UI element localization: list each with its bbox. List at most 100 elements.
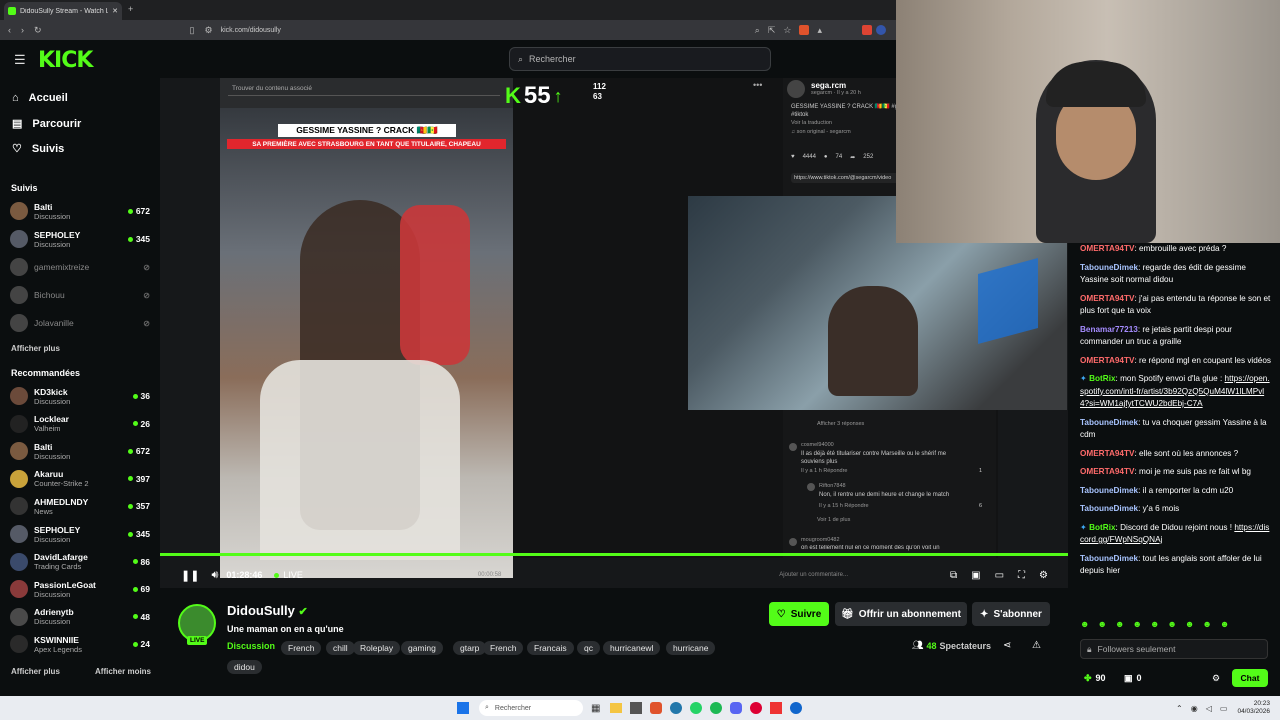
stream-tag[interactable]: French xyxy=(483,641,524,655)
star-icon[interactable]: ☆ xyxy=(783,25,791,36)
stream-tag[interactable]: French xyxy=(281,641,322,655)
telegram-icon[interactable] xyxy=(670,702,683,714)
sidebar-channel[interactable]: KD3kick Discussion 36 xyxy=(10,383,150,409)
post-sound[interactable]: ♫ son original - segarcm xyxy=(791,129,851,135)
stream-category[interactable]: Discussion xyxy=(227,641,275,651)
search-input[interactable]: ⌕ Rechercher xyxy=(509,47,771,71)
app-icon[interactable] xyxy=(750,702,763,714)
report-icon[interactable]: ⚠ xyxy=(1032,640,1041,651)
sidebar-channel[interactable]: gamemixtreize ⊘ xyxy=(10,254,150,280)
show-replies[interactable]: Afficher 3 réponses xyxy=(817,421,864,427)
subscribe-button[interactable]: ✦ S'abonner xyxy=(972,602,1050,626)
sidebar-channel[interactable]: SEPHOLEY Discussion 345 xyxy=(10,226,150,252)
zoom-icon[interactable]: ⌕ xyxy=(755,25,760,36)
stream-tag[interactable]: chill xyxy=(326,641,355,655)
app-icon[interactable] xyxy=(770,702,783,714)
chat-username[interactable]: TabouneDimek xyxy=(1080,486,1138,495)
extension-badge-icon[interactable] xyxy=(862,25,872,35)
wifi-icon[interactable]: ◉ xyxy=(1191,704,1198,713)
chat-username[interactable]: OMERTA94TV xyxy=(1080,449,1134,458)
stream-tag[interactable]: didou xyxy=(227,660,262,674)
sidebar-channel[interactable]: SEPHOLEY Discussion 345 xyxy=(10,521,150,547)
edge-icon[interactable] xyxy=(790,702,803,714)
volume-tray-icon[interactable]: ◁ xyxy=(1206,704,1212,713)
site-info-icon[interactable]: ⚙ xyxy=(205,25,213,36)
sidebar-channel[interactable]: Adrienytb Discussion 48 xyxy=(10,604,150,630)
send-chat-button[interactable]: Chat xyxy=(1232,669,1268,687)
subs-count[interactable]: ▣ 0 xyxy=(1124,672,1142,685)
brave-shield-icon[interactable] xyxy=(799,25,810,35)
stream-tag[interactable]: hurricane xyxy=(666,641,716,655)
pip-icon[interactable]: ⧉ xyxy=(950,570,957,581)
discord-icon[interactable] xyxy=(730,702,743,714)
video-progress-bar[interactable] xyxy=(160,553,1068,556)
nav-parcourir[interactable]: ▤ Parcourir xyxy=(12,117,81,131)
whatsapp-icon[interactable] xyxy=(690,702,703,714)
spotify-icon[interactable] xyxy=(710,702,723,714)
sidebar-channel[interactable]: Bichouu ⊘ xyxy=(10,282,150,308)
sidebar-channel[interactable]: Locklear Valheim 26 xyxy=(10,411,150,437)
post-translate[interactable]: Voir la traduction xyxy=(791,120,832,126)
channel-name[interactable]: DidouSully ✔ xyxy=(227,603,308,618)
chat-username[interactable]: BotRix xyxy=(1089,374,1115,383)
url-field[interactable]: kick.com/didousully xyxy=(221,27,281,34)
fullscreen-icon[interactable]: ⛶ xyxy=(1018,570,1025,581)
sidebar-channel[interactable]: DavidLafarge Trading Cards 86 xyxy=(10,549,150,575)
stream-tag[interactable]: gtarp xyxy=(453,641,487,655)
kick-logo[interactable]: KICK xyxy=(38,48,93,73)
stream-tag[interactable]: qc xyxy=(577,641,600,655)
sidebar-channel[interactable]: AHMEDLNDY News 357 xyxy=(10,493,150,519)
pause-icon[interactable]: ❚❚ xyxy=(181,569,199,582)
gift-sub-button[interactable]: 🎁︎ Offrir un abonnement xyxy=(835,602,967,626)
channel-points[interactable]: ✤ 90 xyxy=(1084,672,1106,685)
recommended-show-less[interactable]: Afficher moins xyxy=(95,667,151,676)
chat-username[interactable]: TabouneDimek xyxy=(1080,418,1138,427)
sidebar-channel[interactable]: Balti Discussion 672 xyxy=(10,198,150,224)
nav-suivis[interactable]: ♡ Suivis xyxy=(12,142,64,156)
chat-settings-icon[interactable]: ⚙ xyxy=(1212,672,1220,685)
share-post-icon[interactable]: ➦ xyxy=(850,154,855,161)
chat-username[interactable]: BotRix xyxy=(1089,523,1115,532)
volume-icon[interactable]: 🔊︎ xyxy=(211,569,218,582)
like-icon[interactable]: ♥ xyxy=(791,154,795,161)
sidebar-channel[interactable]: Balti Discussion 672 xyxy=(10,438,150,464)
chat-input[interactable]: 🔒︎ Followers seulement xyxy=(1080,639,1268,659)
share-icon[interactable]: ⇱ xyxy=(768,25,776,36)
menu-icon[interactable]: ☰ xyxy=(14,52,26,68)
store-icon[interactable] xyxy=(630,702,643,714)
close-tab-icon[interactable]: ✕ xyxy=(112,7,118,15)
emote-bar[interactable]: ☻ ☻ ☻ ☻ ☻ ☻ ☻ ☻ ☻ xyxy=(1080,618,1229,631)
forward-icon[interactable]: › xyxy=(21,25,24,35)
profile-icon[interactable] xyxy=(876,25,886,35)
new-tab-icon[interactable]: + xyxy=(128,4,133,14)
theater-icon[interactable]: ▭ xyxy=(995,570,1004,581)
sidebar-channel[interactable]: PassionLeGoat Discussion 69 xyxy=(10,576,150,602)
chat-username[interactable]: OMERTA94TV xyxy=(1080,356,1134,365)
followed-show-more[interactable]: Afficher plus xyxy=(11,344,60,353)
more-options-icon[interactable]: ••• xyxy=(753,80,762,90)
task-view-icon[interactable]: ▦ xyxy=(591,703,600,714)
bookmark-icon[interactable]: ▯ xyxy=(190,25,195,36)
clip-icon[interactable]: ▣ xyxy=(971,570,980,581)
battery-icon[interactable]: ▭ xyxy=(1220,704,1228,713)
windows-start-icon[interactable] xyxy=(457,702,469,714)
stream-tag[interactable]: Roleplay xyxy=(353,641,401,655)
stream-tag[interactable]: Francais xyxy=(527,641,574,655)
sidebar-channel[interactable]: Jolavanille ⊘ xyxy=(10,310,150,336)
taskbar-search[interactable]: ⌕ Rechercher xyxy=(479,700,583,716)
settings-icon[interactable]: ⚙ xyxy=(1039,570,1048,581)
chat-username[interactable]: TabouneDimek xyxy=(1080,263,1138,272)
chat-username[interactable]: OMERTA94TV xyxy=(1080,467,1134,476)
sidebar-channel[interactable]: KSWINNIIE Apex Legends 24 xyxy=(10,631,150,657)
file-explorer-icon[interactable] xyxy=(610,703,623,713)
see-more-replies[interactable]: Voir 1 de plus xyxy=(817,517,850,523)
browser-tab[interactable]: DidouSully Stream - Watch Li ✕ xyxy=(4,2,122,20)
chat-username[interactable]: OMERTA94TV xyxy=(1080,244,1134,253)
follow-button[interactable]: ♡ Suivre xyxy=(769,602,829,626)
sidebar-channel[interactable]: Akaruu Counter-Strike 2 397 xyxy=(10,466,150,492)
stream-tag[interactable]: hurricanewl xyxy=(603,641,661,655)
tray-chevron-icon[interactable]: ⌃ xyxy=(1176,704,1183,713)
comment-icon[interactable]: ● xyxy=(824,154,828,161)
clock[interactable]: 20:23 04/03/2026 xyxy=(1237,700,1270,716)
chat-username[interactable]: TabouneDimek xyxy=(1080,554,1138,563)
